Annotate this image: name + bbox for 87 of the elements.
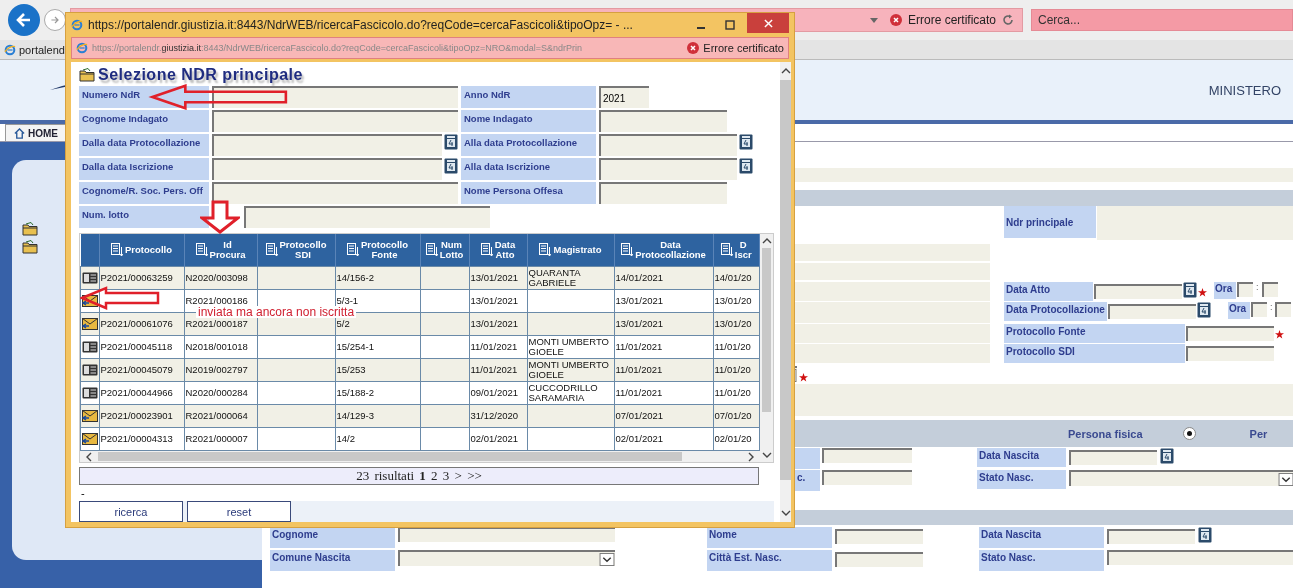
table-cell-text: 13/01/2021	[615, 296, 665, 306]
table-cell-text: QUARANTA GABRIELE	[528, 268, 582, 288]
table-cell-text: 13/01/2021	[615, 319, 665, 329]
table-cell-text: 5/3-1	[336, 296, 360, 306]
field-label: Dalla data Protocollazione	[79, 134, 209, 156]
table-cell-text: 15/254-1	[336, 342, 375, 352]
table-cell-text: 13/01/20	[714, 319, 753, 329]
table-cell-text: P2021/00004313	[100, 434, 174, 444]
radio-label: Persona fisica	[1068, 427, 1143, 440]
field-label: Nome Indagato	[461, 110, 596, 132]
field-label: Stato Nasc.	[977, 470, 1066, 489]
table-cell-text: 11/01/20	[714, 388, 752, 398]
table-cell-text: 11/01/2021	[470, 342, 519, 352]
status-text: -	[80, 486, 86, 501]
field-label: Protocollo SDI	[1004, 344, 1185, 363]
table-cell-text: N2018/001018	[185, 342, 249, 352]
field-label: Nome Persona Offesa	[461, 182, 596, 204]
table-cell-text: N2019/002797	[185, 365, 249, 375]
table-cell-text: 09/01/2021	[470, 388, 520, 398]
table-cell-text: 11/01/20	[714, 365, 752, 375]
field-label: Anno NdR	[461, 86, 596, 108]
table-cell-text: MONTI UMBERTO GIOELE	[528, 337, 610, 357]
field-label: Data Nascita	[979, 527, 1104, 548]
table-cell-text: 14/01/20	[714, 273, 753, 283]
table-cell-text: 11/01/2021	[470, 365, 519, 375]
table-cell-text: MONTI UMBERTO GIOELE	[528, 360, 610, 380]
table-cell-text: 13/01/20	[714, 296, 753, 306]
time-separator: :	[1269, 302, 1273, 312]
time-separator: :	[1256, 282, 1259, 292]
table-cell-text: 02/01/2021	[615, 434, 665, 444]
table-cell-text: 13/01/2021	[470, 273, 520, 283]
field-label: Cognome/R. Soc. Pers. Off	[79, 182, 209, 204]
field-label: Ora	[1227, 302, 1250, 319]
field-label: Città Est. Nasc.	[707, 550, 832, 571]
table-cell-text: 11/01/2021	[615, 365, 664, 375]
field-label: Dalla data Iscrizione	[79, 158, 209, 180]
field-label: Data Nascita	[977, 448, 1066, 467]
table-cell-text: P2021/00044966	[100, 388, 174, 398]
table-cell-text: 15/253	[336, 365, 367, 375]
dialog-heading: Selezione NDR principale	[98, 65, 303, 84]
field-label: Ndr principale	[1004, 206, 1096, 238]
field-label: Data Atto	[1004, 282, 1093, 301]
table-cell-text: 11/01/2021	[615, 342, 664, 352]
table-cell-text: 14/01/2021	[615, 273, 665, 283]
table-cell-text: 11/01/2021	[615, 388, 664, 398]
field-label: Ora	[1214, 282, 1236, 299]
table-cell-text: 02/01/2021	[470, 434, 520, 444]
field-label: Alla data Protocollazione	[461, 134, 596, 156]
field-label: Alla data Iscrizione	[461, 158, 596, 180]
table-cell-text: 14/156-2	[336, 273, 375, 283]
field-label: Cognome Indagato	[79, 110, 209, 132]
table-cell-text: 02/01/20	[714, 434, 753, 444]
table-cell-text: N2020/003098	[185, 273, 249, 283]
table-cell-text: P2021/00045118	[100, 342, 174, 352]
field-label: Stato Nasc.	[979, 550, 1104, 571]
table-cell-text: CUCCODRILLO SARAMARIA	[528, 383, 599, 403]
table-cell-text: 5/2	[336, 319, 351, 329]
table-cell-text: R2021/000064	[185, 411, 249, 421]
table-cell-text: R2021/000187	[185, 319, 249, 329]
field-label: Cognome	[270, 527, 395, 548]
table-cell-text: P2021/00023901	[100, 411, 174, 421]
field-label: Numero NdR	[79, 86, 209, 108]
table-cell-text: P2021/00061076	[100, 319, 174, 329]
table-cell-text: 13/01/2021	[470, 296, 520, 306]
table-cell-text: N2020/000284	[185, 388, 249, 398]
table-cell-text: 07/01/2021	[615, 411, 665, 421]
annotation-text: inviata ma ancora non iscritta	[196, 306, 357, 318]
table-cell-text: R2021/000007	[185, 434, 249, 444]
field-label: Comune Nascita	[270, 550, 395, 571]
table-cell-text: 11/01/20	[714, 342, 752, 352]
header-title: MINISTERO	[1208, 82, 1281, 98]
field-label: Data Protocollazione	[1004, 302, 1107, 321]
table-cell-text: 14/129-3	[336, 411, 375, 421]
field-label: Num. lotto	[79, 206, 209, 228]
table-cell-text: 31/12/2020	[470, 411, 520, 421]
table-cell-text: R2021/000186	[185, 296, 249, 306]
field-label: Nome	[707, 527, 832, 548]
table-cell-text: P2021/00045079	[100, 365, 174, 375]
table-cell-text: P2021/00063259	[100, 273, 174, 283]
radio-label: Per	[1249, 427, 1268, 440]
table-cell-text: 07/01/20	[714, 411, 753, 421]
table-cell-text: 15/188-2	[336, 388, 375, 398]
field-label: Protocollo Fonte	[1004, 324, 1185, 343]
table-cell-text: 13/01/2021	[470, 319, 520, 329]
field-label: c.	[795, 470, 820, 491]
table-cell-text: 14/2	[336, 434, 356, 444]
window-title: https://portalendr.giustizia.it:8443/NdrWEB/ricercaFascicolo.do?reqCode=cercaFascicoli&tipoOpz= - ...	[88, 18, 634, 32]
